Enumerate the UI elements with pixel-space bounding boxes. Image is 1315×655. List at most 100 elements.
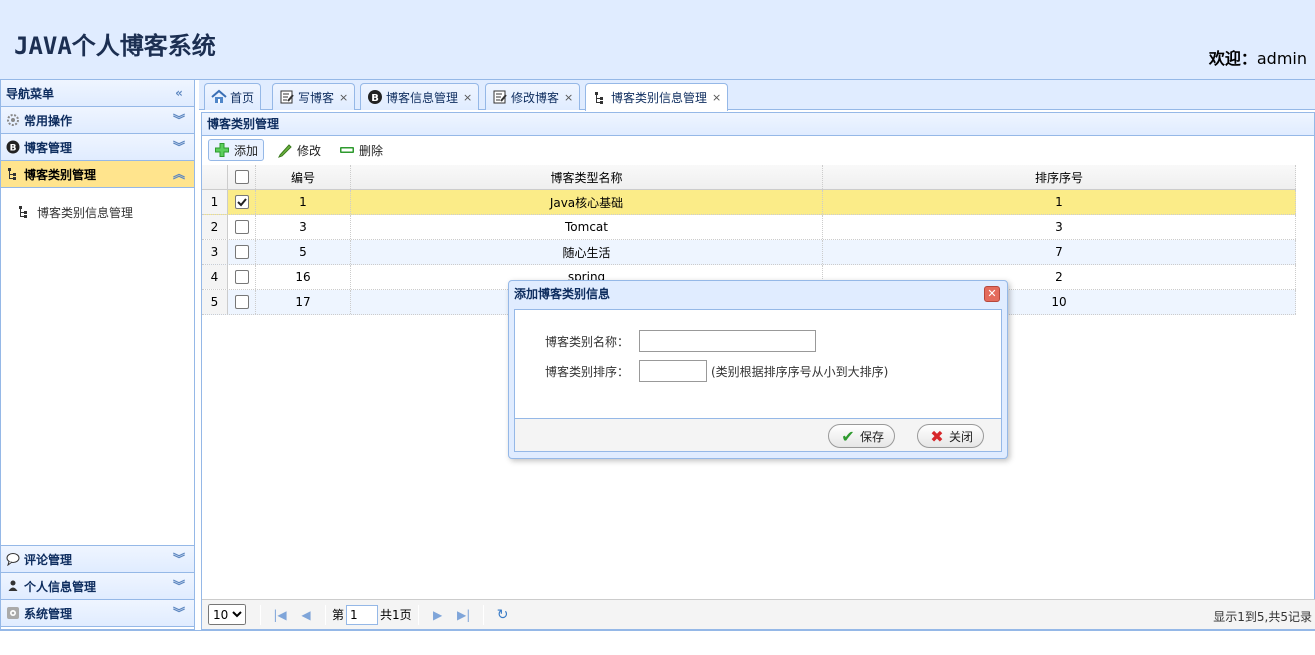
row-checkbox[interactable]: [228, 215, 256, 239]
cell-id: 5: [256, 240, 351, 264]
row-checkbox[interactable]: [228, 290, 256, 314]
comment-icon: [6, 552, 20, 567]
save-button[interactable]: ✔ 保存: [828, 424, 896, 448]
page-size-select[interactable]: 10: [208, 604, 246, 625]
user-icon: [6, 579, 20, 593]
table-row[interactable]: 3 5 随心生活 7: [202, 240, 1296, 265]
close-icon[interactable]: ✕: [984, 286, 1000, 302]
tab-label: 修改博客: [511, 90, 560, 105]
sidebar-section-personal[interactable]: 个人信息管理 ︾: [1, 573, 194, 600]
checkbox[interactable]: [234, 245, 249, 259]
sidebar-item-category-info[interactable]: 博客类别信息管理: [1, 202, 194, 222]
close-icon[interactable]: ×: [712, 91, 721, 104]
grid-header: 编号 博客类型名称 排序序号: [202, 165, 1296, 190]
close-icon[interactable]: ×: [564, 91, 573, 104]
row-number-header: [202, 165, 228, 189]
sidebar-item-label: 博客类别信息管理: [37, 205, 134, 220]
page-number-input[interactable]: [346, 604, 379, 625]
checkbox[interactable]: [234, 295, 249, 309]
column-header-order[interactable]: 排序序号: [823, 165, 1296, 189]
chevron-down-icon[interactable]: ︾: [172, 579, 186, 593]
dialog-header: 添加博客类别信息 ✕: [509, 281, 1007, 307]
row-checkbox[interactable]: [228, 190, 256, 214]
checkbox[interactable]: [234, 220, 249, 234]
app-header: JAVA个人博客系统 欢迎：admin: [0, 0, 1315, 80]
sidebar-section-blog[interactable]: B 博客管理 ︾: [1, 134, 194, 161]
separator: [417, 604, 419, 625]
tree-icon: [592, 90, 608, 106]
row-checkbox[interactable]: [228, 265, 256, 289]
tab-blog-manage[interactable]: B 博客信息管理 ×: [360, 83, 480, 110]
sidebar-section-common[interactable]: 常用操作 ︾: [1, 107, 194, 134]
chevron-down-icon[interactable]: ︾: [172, 552, 186, 566]
cell-name: Java核心基础: [351, 190, 823, 214]
page-total: 共1页: [380, 608, 412, 622]
sidebar-section-label: 个人信息管理: [24, 579, 97, 594]
row-number: 2: [202, 215, 228, 239]
row-number: 4: [202, 265, 228, 289]
home-icon: [211, 89, 227, 105]
category-order-label: 博客类别排序：: [545, 364, 630, 379]
tree-icon: [6, 167, 20, 181]
last-page-icon[interactable]: ▶|: [454, 605, 474, 625]
remove-icon: [339, 142, 355, 158]
cell-id: 17: [256, 290, 351, 314]
select-all-checkbox[interactable]: [228, 165, 256, 189]
refresh-icon[interactable]: ↻: [493, 605, 513, 625]
sidebar-section-body: 博客类别信息管理: [1, 188, 194, 546]
category-name-input[interactable]: [639, 330, 816, 352]
checkbox[interactable]: [234, 170, 249, 184]
tab-category-info[interactable]: 博客类别信息管理 ×: [585, 83, 729, 111]
sidebar: 导航菜单 « 常用操作 ︾ B 博客管理 ︾ 博客类别管理 ︽ 博客类别信息管理: [0, 80, 195, 630]
sidebar-title-label: 导航菜单: [6, 86, 55, 101]
table-row[interactable]: 1 1 Java核心基础 1: [202, 190, 1296, 215]
prev-page-icon[interactable]: ◀: [296, 605, 316, 625]
column-header-name[interactable]: 博客类型名称: [351, 165, 823, 189]
sidebar-section-label: 系统管理: [24, 606, 73, 621]
chevron-down-icon[interactable]: ︾: [172, 140, 186, 154]
category-order-input[interactable]: [639, 360, 707, 382]
close-button[interactable]: ✖ 关闭: [917, 424, 985, 448]
table-row[interactable]: 2 3 Tomcat 3: [202, 215, 1296, 240]
chevron-down-icon[interactable]: ︾: [172, 113, 186, 127]
page-prefix: 第: [332, 608, 345, 622]
chevron-down-icon[interactable]: ︾: [172, 606, 186, 620]
sidebar-title: 导航菜单 «: [1, 80, 194, 107]
svg-text:B: B: [371, 93, 379, 104]
first-page-icon[interactable]: |◀: [270, 605, 290, 625]
gear-icon: [6, 113, 20, 127]
tree-icon: [17, 205, 31, 219]
check-icon: [236, 198, 247, 207]
sidebar-section-label: 博客类别管理: [24, 167, 97, 182]
checkbox[interactable]: [234, 270, 249, 284]
row-checkbox[interactable]: [228, 240, 256, 264]
tab-label: 博客类别信息管理: [611, 91, 708, 105]
collapse-left-icon[interactable]: «: [172, 86, 186, 100]
tab-label: 首页: [230, 90, 255, 105]
sidebar-section-category[interactable]: 博客类别管理 ︽: [1, 161, 194, 188]
tab-modify-blog[interactable]: 修改博客 ×: [485, 83, 581, 110]
column-header-id[interactable]: 编号: [256, 165, 351, 189]
checkbox[interactable]: [234, 195, 249, 209]
grid-toolbar: 添加 修改 删除: [202, 136, 1314, 164]
next-page-icon[interactable]: ▶: [428, 605, 448, 625]
pencil-icon: [277, 142, 293, 158]
check-icon: ✔: [841, 426, 855, 446]
tab-home[interactable]: 首页: [204, 83, 262, 110]
delete-button[interactable]: 删除: [334, 139, 388, 161]
dialog-title: 添加博客类别信息: [514, 287, 611, 301]
chevron-up-icon[interactable]: ︽: [172, 167, 186, 181]
cell-name: 随心生活: [351, 240, 823, 264]
add-icon: [214, 142, 230, 158]
edit-icon: [492, 89, 508, 105]
sidebar-section-system[interactable]: 系统管理 ︾: [1, 600, 194, 627]
add-category-dialog: 添加博客类别信息 ✕ 博客类别名称： 博客类别排序： (类别根据排序序号从小到大…: [508, 280, 1008, 459]
close-icon[interactable]: ×: [463, 91, 472, 104]
add-button[interactable]: 添加: [208, 139, 265, 161]
edit-button[interactable]: 修改: [272, 139, 326, 161]
sidebar-section-comment[interactable]: 评论管理 ︾: [1, 546, 194, 573]
tab-write-blog[interactable]: 写博客 ×: [272, 83, 356, 110]
svg-text:B: B: [10, 144, 17, 154]
close-icon[interactable]: ×: [339, 91, 348, 104]
add-label: 添加: [234, 143, 259, 158]
